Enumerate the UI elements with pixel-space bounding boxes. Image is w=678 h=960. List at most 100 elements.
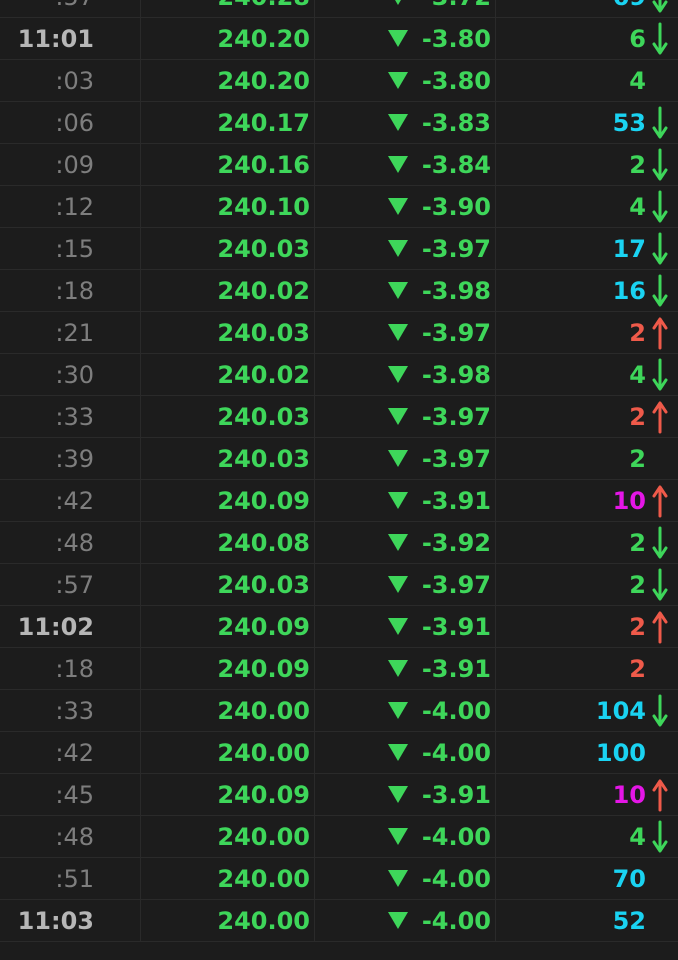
trade-time: :09 — [0, 144, 141, 185]
arrow-up-icon — [652, 484, 668, 518]
trade-change: -3.80 — [315, 60, 496, 101]
trade-size-cell: 4 — [496, 60, 678, 101]
trade-change-value: -3.92 — [421, 528, 491, 557]
trade-price: 240.00 — [141, 732, 315, 773]
trade-size: 100 — [595, 738, 646, 767]
trade-change: -3.90 — [315, 186, 496, 227]
trade-time: :21 — [0, 312, 141, 353]
trade-change-value: -4.00 — [421, 696, 491, 725]
down-triangle-icon — [387, 912, 408, 929]
trade-change: -4.00 — [315, 858, 496, 899]
trade-size: 16 — [612, 276, 646, 305]
trade-price: 240.03 — [141, 228, 315, 269]
trade-size: 10 — [612, 780, 646, 809]
trade-change-value: -3.80 — [421, 24, 491, 53]
trade-price: 240.00 — [141, 690, 315, 731]
trade-time: :18 — [0, 270, 141, 311]
down-triangle-icon — [387, 30, 408, 47]
trade-change: -3.97 — [315, 396, 496, 437]
trade-row: 11:02 240.09 -3.91 2 — [0, 606, 678, 648]
trade-row: :03 240.20 -3.80 4 — [0, 60, 678, 102]
trade-change-value: -3.90 — [421, 192, 491, 221]
trade-time: :30 — [0, 354, 141, 395]
trade-change-value: -3.97 — [421, 402, 491, 431]
down-triangle-icon — [387, 0, 408, 5]
trade-change-value: -3.91 — [421, 612, 491, 641]
arrow-down-icon — [652, 232, 668, 266]
trade-time: :48 — [0, 522, 141, 563]
down-triangle-icon — [387, 198, 408, 215]
trade-size-cell: 104 — [496, 690, 678, 731]
trade-change-value: -3.97 — [421, 234, 491, 263]
trade-size: 2 — [629, 150, 646, 179]
trade-change: -3.91 — [315, 648, 496, 689]
trade-size-cell: 10 — [496, 480, 678, 521]
arrow-down-icon — [652, 274, 668, 308]
down-triangle-icon — [387, 576, 408, 593]
trade-size: 52 — [612, 906, 646, 935]
trade-row: :48 240.00 -4.00 4 — [0, 816, 678, 858]
trade-price: 240.03 — [141, 312, 315, 353]
trade-row: :18 240.09 -3.91 2 — [0, 648, 678, 690]
arrow-up-icon — [652, 400, 668, 434]
trade-time: :45 — [0, 774, 141, 815]
trade-price: 240.17 — [141, 102, 315, 143]
tick-direction-placeholder — [652, 736, 668, 770]
trade-change: -3.91 — [315, 480, 496, 521]
arrow-up-icon — [652, 610, 668, 644]
trade-price: 240.10 — [141, 186, 315, 227]
trade-size: 6 — [629, 24, 646, 53]
trade-change: -4.00 — [315, 690, 496, 731]
trade-change: -3.97 — [315, 228, 496, 269]
trade-time: 11:01 — [0, 18, 141, 59]
trade-size-cell: 2 — [496, 144, 678, 185]
trade-size-cell: 4 — [496, 816, 678, 857]
trade-change: -4.00 — [315, 900, 496, 941]
trade-change-value: -3.98 — [421, 276, 491, 305]
trade-change-value: -4.00 — [421, 738, 491, 767]
trade-change: -3.91 — [315, 606, 496, 647]
trade-time: :57 — [0, 564, 141, 605]
trade-time: :57 — [0, 0, 141, 17]
trade-size: 4 — [629, 360, 646, 389]
trade-change: -3.98 — [315, 354, 496, 395]
trade-time: :33 — [0, 690, 141, 731]
trade-size: 2 — [629, 570, 646, 599]
trade-size: 10 — [612, 486, 646, 515]
trade-change-value: -3.91 — [421, 780, 491, 809]
down-triangle-icon — [387, 366, 408, 383]
time-and-sales-tape[interactable]: :57240.28-3.726911:01240.20-3.806:03240.… — [0, 0, 678, 960]
arrow-up-icon — [652, 316, 668, 350]
trade-row: :57240.28 -3.72 69 — [0, 0, 678, 18]
down-triangle-icon — [387, 282, 408, 299]
arrow-down-icon — [652, 526, 668, 560]
trade-change-value: -3.84 — [421, 150, 491, 179]
trade-size-cell: 52 — [496, 900, 678, 941]
trade-row: :57 240.03 -3.97 2 — [0, 564, 678, 606]
trade-row: :15 240.03 -3.97 17 — [0, 228, 678, 270]
trade-size-cell: 2 — [496, 312, 678, 353]
arrow-down-icon — [652, 22, 668, 56]
down-triangle-icon — [387, 828, 408, 845]
trade-time: :39 — [0, 438, 141, 479]
trade-time: :06 — [0, 102, 141, 143]
trade-size: 4 — [629, 192, 646, 221]
trade-price: 240.02 — [141, 270, 315, 311]
trade-size-cell: 10 — [496, 774, 678, 815]
trade-time: :03 — [0, 60, 141, 101]
trade-change: -3.97 — [315, 438, 496, 479]
trade-price: 240.00 — [141, 900, 315, 941]
trade-time: :15 — [0, 228, 141, 269]
trade-row: :48 240.08 -3.92 2 — [0, 522, 678, 564]
arrow-down-icon — [652, 148, 668, 182]
arrow-down-icon — [652, 694, 668, 728]
trade-price: 240.20 — [141, 60, 315, 101]
trade-change-value: -3.97 — [421, 444, 491, 473]
trade-size-cell: 53 — [496, 102, 678, 143]
trade-change-value: -3.97 — [421, 318, 491, 347]
trade-size: 2 — [629, 402, 646, 431]
trade-time: :51 — [0, 858, 141, 899]
down-triangle-icon — [387, 240, 408, 257]
trade-size-cell: 17 — [496, 228, 678, 269]
trade-change: -3.84 — [315, 144, 496, 185]
